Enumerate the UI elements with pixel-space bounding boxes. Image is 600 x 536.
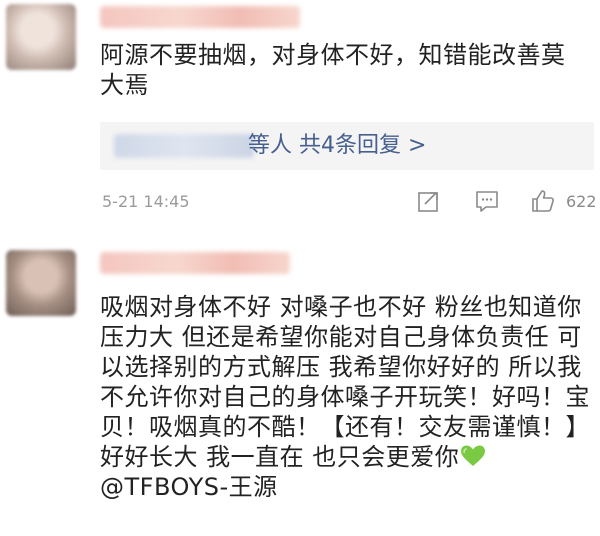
avatar[interactable] bbox=[6, 4, 76, 70]
reply-summary-link[interactable]: 等人 共4条回复 > bbox=[248, 132, 426, 160]
mention-link[interactable]: @TFBOYS-王源 bbox=[100, 473, 278, 501]
share-icon[interactable] bbox=[416, 188, 442, 214]
reply-summary[interactable]: 等人 共4条回复 > bbox=[100, 122, 594, 170]
green-heart-icon bbox=[461, 445, 486, 466]
thumbs-up-icon[interactable] bbox=[530, 188, 556, 214]
weibo-comment-list: 阿源不要抽烟，对身体不好，知错能改善莫大焉 等人 共4条回复 > 5-21 14… bbox=[0, 0, 600, 536]
timestamp: 5-21 14:45 bbox=[102, 192, 190, 211]
username-blurred[interactable] bbox=[100, 252, 290, 274]
reply-user-blurred bbox=[114, 134, 254, 158]
username-blurred[interactable] bbox=[100, 6, 300, 28]
comment-body: 吸烟对身体不好 对嗓子也不好 粉丝也知道你压力大 但还是希望你能对自己身体负责任… bbox=[100, 292, 590, 502]
comment-text: 吸烟对身体不好 对嗓子也不好 粉丝也知道你压力大 但还是希望你能对自己身体负责任… bbox=[100, 293, 590, 471]
avatar[interactable] bbox=[6, 250, 76, 316]
comment-text: 阿源不要抽烟，对身体不好，知错能改善莫大焉 bbox=[100, 41, 566, 99]
like-count: 622 bbox=[566, 192, 597, 211]
comment-icon[interactable] bbox=[474, 188, 500, 214]
